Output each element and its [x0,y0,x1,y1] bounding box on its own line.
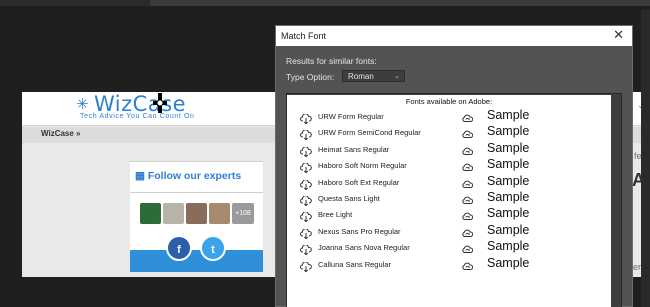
results-label: Results for similar fonts: [286,56,377,66]
cloud-download-icon[interactable] [300,242,312,256]
font-sample: Sample [487,108,530,122]
chevron-down-icon: ⌄ [394,73,400,80]
twitter-icon[interactable]: t [200,235,226,261]
logo-snowflake-icon: ✳ [76,95,89,113]
calendar-icon: ▦ [135,170,145,182]
font-name: Haboro Soft Ext Regular [318,177,400,187]
cloud-sync-icon [462,259,474,270]
cloud-sync-icon [462,177,474,188]
facebook-icon[interactable]: f [166,235,192,261]
font-result-row[interactable]: Questa Sans Light Sample [287,190,611,207]
logo-tagline: Tech Advice You Can Count On [80,113,195,120]
dialog-titlebar[interactable]: Match Font ✕ [276,26,632,46]
cloud-sync-icon [462,160,474,172]
cloud-download-icon[interactable] [300,259,312,273]
experts-divider [130,192,263,193]
font-result-row[interactable]: URW Form Regular Sample [287,108,611,125]
site-logo[interactable]: ✳ WizCase Tech Advice You Can Count On [58,92,194,125]
type-option-label: Type Option: [286,72,335,82]
avatar[interactable] [140,203,161,224]
font-sample: Sample [487,124,530,139]
font-sample: Sample [487,239,530,254]
font-result-row[interactable]: Heimat Sans Regular Sample [287,140,611,158]
type-option-select[interactable]: Roman ⌄ [342,70,405,82]
results-list-header: Fonts available on Adobe: [405,97,493,106]
font-results-list[interactable]: Fonts available on Adobe: URW Form Regul… [287,95,611,307]
font-name: Questa Sans Light [318,194,380,203]
font-result-row[interactable]: Haboro Soft Ext Regular Sample [287,173,611,191]
cloud-sync-icon [462,111,474,122]
font-sample: Sample [487,206,530,221]
top-strip-segment [150,0,650,6]
font-name: Haboro Soft Norm Regular [318,161,407,171]
experts-widget: ▦ Follow our experts +108 f t [130,161,263,272]
avatar[interactable] [163,203,184,224]
font-name: Calluna Sans Regular [318,259,391,269]
font-result-row[interactable]: URW Form SemiCond Regular Sample [287,124,611,141]
cloud-sync-icon [462,193,474,204]
close-icon[interactable]: ✕ [613,28,624,43]
font-name: Nexus Sans Pro Regular [318,226,401,236]
cloud-sync-icon [462,209,474,221]
avatar[interactable] [186,203,207,224]
avatar[interactable] [209,203,230,224]
font-name: Joanna Sans Nova Regular [318,243,410,253]
font-name: URW Form Regular [318,112,384,121]
dialog-title: Match Font [281,31,327,41]
cloud-download-icon[interactable] [300,193,312,207]
font-sample: Sample [487,140,530,155]
cloud-download-icon[interactable] [300,177,312,191]
cloud-sync-icon [462,144,474,155]
font-result-row[interactable]: Haboro Soft Norm Regular Sample [287,157,611,174]
experts-title: ▦ Follow our experts [135,170,241,182]
cloud-download-icon[interactable] [300,127,312,141]
font-result-row[interactable]: Bree Light Sample [287,206,611,223]
more-experts-badge[interactable]: +108 [232,203,254,224]
font-name: URW Form SemiCond Regular [318,128,421,138]
top-strip [0,0,650,6]
type-option-value: Roman [348,72,374,81]
font-sample: Sample [487,190,530,204]
font-name: Heimat Sans Regular [318,144,390,154]
cloud-download-icon[interactable] [300,160,312,174]
cloud-sync-icon [462,242,474,254]
cloud-download-icon[interactable] [300,144,312,158]
cloud-sync-icon [462,226,474,237]
experts-title-text: Follow our experts [147,170,242,182]
cloud-download-icon[interactable] [300,226,312,240]
font-result-row[interactable]: Joanna Sans Nova Regular Sample [287,239,611,256]
social-bar [130,250,263,272]
cloud-download-icon[interactable] [300,209,312,223]
move-cursor-icon [153,93,167,113]
font-sample: Sample [487,222,530,237]
cloud-download-icon[interactable] [300,111,312,125]
font-result-row[interactable]: Calluna Sans Regular Sample [287,255,611,273]
font-sample: Sample [487,255,530,270]
font-name: Bree Light [318,210,353,220]
window-scrollbar[interactable] [641,10,650,307]
breadcrumb-home[interactable]: WizCase » [41,129,81,138]
font-sample: Sample [487,157,530,172]
match-font-dialog: Match Font ✕ Results for similar fonts: … [275,25,633,307]
font-sample: Sample [487,173,530,188]
font-result-row[interactable]: Nexus Sans Pro Regular Sample [287,222,611,240]
cloud-sync-icon [462,127,474,139]
